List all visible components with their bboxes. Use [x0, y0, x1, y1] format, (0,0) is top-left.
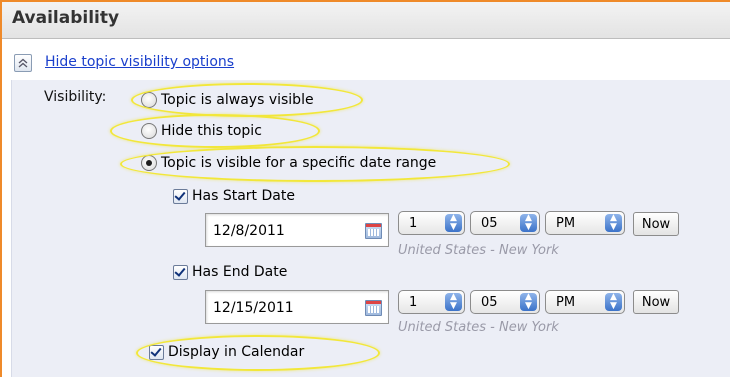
radio-label: Topic is visible for a specific date ran… — [161, 155, 437, 171]
up-down-spinner-icon: ▲ ▼ — [445, 293, 462, 311]
radio-button-selected[interactable] — [141, 155, 157, 171]
hide-visibility-options-link[interactable]: Hide topic visibility options — [45, 54, 234, 70]
end-minute-select[interactable]: 05 ▲ ▼ — [470, 290, 540, 314]
end-date-value: 12/15/2011 — [213, 300, 294, 316]
checkbox[interactable] — [173, 264, 188, 280]
has-start-date-checkbox[interactable]: Has Start Date — [173, 186, 295, 206]
section-header: Availability — [2, 2, 730, 39]
calendar-icon[interactable] — [365, 223, 382, 239]
start-hour-select[interactable]: 1 ▲ ▼ — [398, 211, 465, 235]
end-hour-select[interactable]: 1 ▲ ▼ — [398, 290, 465, 314]
start-ampm-select[interactable]: PM ▲ ▼ — [545, 211, 625, 235]
checkbox[interactable] — [149, 344, 164, 360]
checkbox-label: Display in Calendar — [168, 344, 305, 360]
radio-label: Topic is always visible — [161, 92, 314, 108]
radio-button[interactable] — [141, 123, 157, 139]
end-timezone: United States - New York — [398, 320, 559, 335]
select-value: 05 — [481, 216, 498, 231]
radio-button[interactable] — [141, 92, 157, 108]
select-value: 1 — [409, 295, 418, 310]
select-value: 05 — [481, 295, 498, 310]
visibility-label: Visibility: — [44, 89, 107, 105]
checkbox[interactable] — [173, 188, 188, 204]
radio-date-range[interactable]: Topic is visible for a specific date ran… — [141, 153, 436, 173]
end-now-button[interactable]: Now — [633, 290, 679, 314]
end-ampm-select[interactable]: PM ▲ ▼ — [545, 290, 625, 314]
start-timezone: United States - New York — [398, 243, 559, 258]
up-down-spinner-icon: ▲ ▼ — [445, 214, 462, 232]
checkbox-label: Has End Date — [192, 264, 288, 280]
select-value: PM — [556, 216, 576, 231]
select-value: 1 — [409, 216, 418, 231]
up-down-spinner-icon: ▲ ▼ — [605, 293, 622, 311]
left-accent-line — [0, 0, 2, 377]
calendar-icon[interactable] — [365, 300, 382, 316]
start-now-button[interactable]: Now — [633, 212, 679, 236]
start-date-field[interactable]: 12/8/2011 — [205, 213, 389, 247]
up-down-spinner-icon: ▲ ▼ — [520, 293, 537, 311]
has-end-date-checkbox[interactable]: Has End Date — [173, 262, 287, 282]
display-in-calendar-checkbox[interactable]: Display in Calendar — [149, 342, 304, 362]
radio-hide-topic[interactable]: Hide this topic — [141, 121, 262, 141]
radio-always-visible[interactable]: Topic is always visible — [141, 90, 314, 110]
end-date-field[interactable]: 12/15/2011 — [205, 290, 389, 324]
up-down-spinner-icon: ▲ ▼ — [605, 214, 622, 232]
radio-label: Hide this topic — [161, 123, 262, 139]
start-minute-select[interactable]: 05 ▲ ▼ — [470, 211, 540, 235]
section-title: Availability — [12, 8, 120, 28]
start-date-value: 12/8/2011 — [213, 223, 285, 239]
collapse-chevron-up-icon[interactable] — [14, 54, 32, 72]
up-down-spinner-icon: ▲ ▼ — [520, 214, 537, 232]
checkbox-label: Has Start Date — [192, 188, 295, 204]
select-value: PM — [556, 295, 576, 310]
